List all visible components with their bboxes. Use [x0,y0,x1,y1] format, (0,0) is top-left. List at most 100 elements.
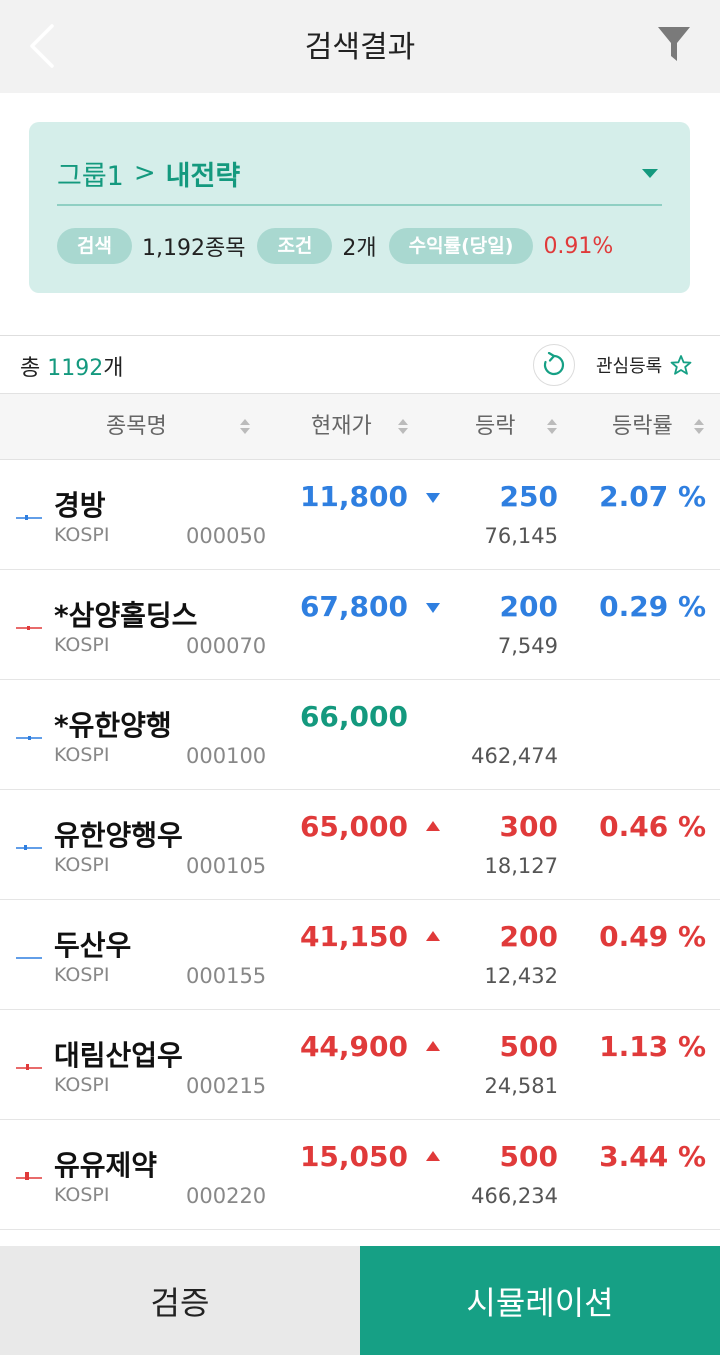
favorite-label: 관심등록 [596,356,663,377]
refresh-button[interactable] [533,344,575,386]
stock-name: 유한양행우 [54,819,183,852]
simulation-button[interactable]: 시뮬레이션 [360,1246,720,1355]
stock-name: 대림산업우 [54,1039,183,1072]
stock-market: KOSPI [54,1184,110,1206]
add-favorites-button[interactable]: 관심등록 [596,352,692,378]
page-title: 검색결과 [304,30,416,65]
trade-volume: 24,581 [484,1074,558,1098]
strategy-stats: 검색 1,192종목 조건 2개 수익률(당일) 0.91% [57,228,625,264]
stock-code: 000070 [186,634,267,658]
table-row[interactable]: 유한양행우 KOSPI 000105 65,000 300 18,127 0.4… [0,790,720,900]
trade-volume: 7,549 [497,634,558,658]
stock-market: KOSPI [54,854,110,876]
filter-button[interactable] [656,24,692,64]
up-arrow-icon [426,931,440,941]
table-row[interactable]: *삼양홀딩스 KOSPI 000070 67,800 200 7,549 0.2… [0,570,720,680]
trade-volume: 76,145 [484,524,558,548]
stock-market: KOSPI [54,744,110,766]
change-rate: 1.13 % [599,1030,706,1063]
stock-market: KOSPI [54,524,110,546]
top-app-bar: 검색결과 [0,0,720,93]
stat-value-return: 0.91% [543,233,614,259]
price-change: 300 [499,810,558,843]
verify-button[interactable]: 검증 [0,1246,360,1355]
column-header-change[interactable]: 등락 [475,394,515,460]
change-rate: 0.29 % [599,590,706,623]
column-header-name[interactable]: 종목명 [106,394,167,460]
mini-chart-icon [16,845,42,850]
down-arrow-icon [426,603,440,613]
stock-code: 000220 [186,1184,267,1208]
stock-market: KOSPI [54,1074,110,1096]
price-change: 500 [499,1030,558,1063]
total-count: 총 1192개 [20,350,124,382]
result-summary-bar: 총 1192개 관심등록 [0,335,720,393]
current-price: 67,800 [299,590,408,623]
total-number: 1192 [47,356,104,381]
mini-chart-icon [16,515,42,520]
trade-volume: 462,474 [471,744,558,768]
stat-label-conditions: 조건 [257,228,333,264]
down-arrow-icon [426,493,440,503]
star-icon [670,355,692,375]
up-arrow-icon [426,1151,440,1161]
total-suffix: 개 [103,356,124,381]
table-row[interactable]: *유한양행 KOSPI 000100 66,000 462,474 [0,680,720,790]
stat-value-conditions: 2개 [342,236,377,261]
mini-chart-icon [16,957,42,959]
total-prefix: 총 [20,356,41,381]
current-price: 65,000 [299,810,408,843]
price-change: 250 [499,480,558,513]
current-price: 11,800 [299,480,408,513]
stock-code: 000105 [186,854,267,878]
table-row[interactable]: 유유제약 KOSPI 000220 15,050 500 466,234 3.4… [0,1120,720,1230]
table-header: 종목명 현재가 등락 등락률 [0,393,720,460]
path-separator: > [133,158,156,188]
mini-chart-icon [16,1064,42,1070]
price-change: 500 [499,1140,558,1173]
table-row[interactable]: 대림산업우 KOSPI 000215 44,900 500 24,581 1.1… [0,1010,720,1120]
sort-icon[interactable] [547,419,557,435]
current-price: 15,050 [299,1140,408,1173]
table-row[interactable]: 경방 KOSPI 000050 11,800 250 76,145 2.07 % [0,460,720,570]
stock-market: KOSPI [54,634,110,656]
filter-icon [658,27,690,61]
strategy-summary-card: 그룹1 > 내전략 검색 1,192종목 조건 2개 수익률(당일) 0.91% [29,122,690,293]
change-rate: 0.46 % [599,810,706,843]
up-arrow-icon [426,1041,440,1051]
change-rate: 2.07 % [599,480,706,513]
trade-volume: 466,234 [471,1184,558,1208]
strategy-path: 그룹1 > 내전략 [57,154,240,193]
stock-code: 000215 [186,1074,267,1098]
mini-chart-icon [16,626,42,630]
change-rate: 3.44 % [599,1140,706,1173]
current-price: 44,900 [299,1030,408,1063]
stock-name: 유유제약 [54,1149,158,1182]
bottom-action-bar: 검증 시뮬레이션 [0,1246,720,1355]
stock-code: 000100 [186,744,267,768]
sort-icon[interactable] [398,419,408,435]
sort-icon[interactable] [694,419,704,435]
refresh-icon [543,352,565,376]
stock-code: 000050 [186,524,267,548]
stock-name: *유한양행 [54,709,172,742]
stock-name: 두산우 [54,929,132,962]
mini-chart-icon [16,736,42,740]
up-arrow-icon [426,821,440,831]
trade-volume: 18,127 [484,854,558,878]
trade-volume: 12,432 [484,964,558,988]
current-price: 41,150 [299,920,408,953]
stat-value-search: 1,192종목 [141,236,246,261]
mini-chart-icon [16,1172,42,1180]
caret-down-icon [642,168,658,178]
stat-label-search: 검색 [57,228,132,264]
strategy-selector[interactable]: 그룹1 > 내전략 [57,142,662,206]
price-change: 200 [499,920,558,953]
stock-name: 경방 [54,489,106,522]
stock-market: KOSPI [54,964,110,986]
column-header-price[interactable]: 현재가 [311,394,372,460]
column-header-rate[interactable]: 등락률 [612,394,673,460]
sort-icon[interactable] [240,419,250,435]
table-row[interactable]: 두산우 KOSPI 000155 41,150 200 12,432 0.49 … [0,900,720,1010]
change-rate: 0.49 % [599,920,706,953]
